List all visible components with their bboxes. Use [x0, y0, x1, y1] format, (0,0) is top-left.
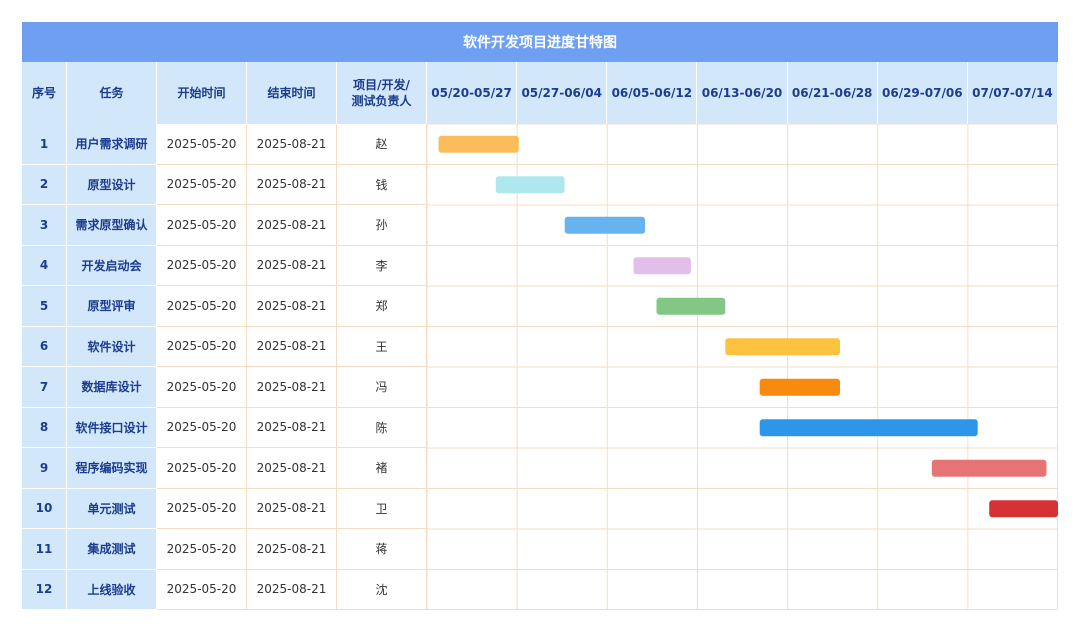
gantt-bar	[633, 257, 691, 275]
row-start-date: 2025-05-20	[157, 448, 247, 489]
row-start-date: 2025-05-20	[157, 245, 247, 286]
gantt-bar	[759, 419, 978, 437]
row-task-name: 需求原型确认	[67, 205, 157, 246]
row-index: 8	[22, 407, 67, 448]
row-end-date: 2025-08-21	[247, 326, 337, 367]
row-end-date: 2025-08-21	[247, 488, 337, 529]
row-task-name: 上线验收	[67, 569, 157, 610]
header-owner-line2: 测试负责人	[351, 94, 412, 108]
row-task-name: 软件设计	[67, 326, 157, 367]
header-owner: 项目/开发/ 测试负责人	[337, 62, 427, 124]
header-task: 任务	[67, 62, 157, 124]
header-period: 06/13-06/20	[697, 62, 788, 124]
gantt-bar	[989, 500, 1058, 518]
row-end-date: 2025-08-21	[247, 448, 337, 489]
row-index: 3	[22, 205, 67, 246]
header-period: 06/29-07/06	[877, 62, 968, 124]
header-index: 序号	[22, 62, 67, 124]
row-index: 12	[22, 569, 67, 610]
row-start-date: 2025-05-20	[157, 205, 247, 246]
row-end-date: 2025-08-21	[247, 205, 337, 246]
row-owner: 李	[337, 245, 427, 286]
row-owner: 蒋	[337, 529, 427, 570]
row-owner: 褚	[337, 448, 427, 489]
row-task-name: 单元测试	[67, 488, 157, 529]
row-task-name: 用户需求调研	[67, 124, 157, 165]
header-period: 05/20-05/27	[427, 62, 518, 124]
row-index: 11	[22, 529, 67, 570]
row-task-name: 原型评审	[67, 286, 157, 327]
header-period: 06/05-06/12	[607, 62, 698, 124]
row-owner: 赵	[337, 124, 427, 165]
row-index: 9	[22, 448, 67, 489]
row-end-date: 2025-08-21	[247, 245, 337, 286]
row-start-date: 2025-05-20	[157, 488, 247, 529]
row-task-name: 数据库设计	[67, 367, 157, 408]
gantt-bars-area	[427, 124, 1058, 610]
row-owner: 王	[337, 326, 427, 367]
gantt-bar	[438, 135, 519, 153]
row-start-date: 2025-05-20	[157, 326, 247, 367]
gantt-bar	[656, 297, 726, 315]
row-task-name: 程序编码实现	[67, 448, 157, 489]
row-index: 1	[22, 124, 67, 165]
row-owner: 沈	[337, 569, 427, 610]
row-owner: 冯	[337, 367, 427, 408]
row-owner: 孙	[337, 205, 427, 246]
row-end-date: 2025-08-21	[247, 124, 337, 165]
chart-title: 软件开发项目进度甘特图	[22, 22, 1058, 62]
row-index: 4	[22, 245, 67, 286]
gantt-bar	[759, 378, 840, 396]
header-end: 结束时间	[247, 62, 337, 124]
row-task-name: 软件接口设计	[67, 407, 157, 448]
row-task-name: 原型设计	[67, 164, 157, 205]
row-index: 2	[22, 164, 67, 205]
row-end-date: 2025-08-21	[247, 164, 337, 205]
row-end-date: 2025-08-21	[247, 407, 337, 448]
row-task-name: 开发启动会	[67, 245, 157, 286]
row-start-date: 2025-05-20	[157, 164, 247, 205]
row-index: 7	[22, 367, 67, 408]
gantt-bar	[564, 216, 645, 234]
row-start-date: 2025-05-20	[157, 529, 247, 570]
gantt-chart: 软件开发项目进度甘特图 序号 任务 开始时间 结束时间 项目/开发/ 测试负责人…	[22, 22, 1058, 610]
row-start-date: 2025-05-20	[157, 367, 247, 408]
header-period: 06/21-06/28	[787, 62, 878, 124]
header-period: 07/07-07/14	[967, 62, 1058, 124]
gantt-bar	[495, 176, 565, 194]
row-end-date: 2025-08-21	[247, 367, 337, 408]
header-period: 05/27-06/04	[517, 62, 608, 124]
gantt-bar	[931, 459, 1047, 477]
gantt-bar	[725, 338, 840, 356]
row-start-date: 2025-05-20	[157, 569, 247, 610]
row-task-name: 集成测试	[67, 529, 157, 570]
row-owner: 钱	[337, 164, 427, 205]
row-index: 6	[22, 326, 67, 367]
row-owner: 陈	[337, 407, 427, 448]
row-end-date: 2025-08-21	[247, 286, 337, 327]
row-start-date: 2025-05-20	[157, 124, 247, 165]
row-index: 10	[22, 488, 67, 529]
row-end-date: 2025-08-21	[247, 569, 337, 610]
row-owner: 卫	[337, 488, 427, 529]
header-start: 开始时间	[157, 62, 247, 124]
row-end-date: 2025-08-21	[247, 529, 337, 570]
header-owner-line1: 项目/开发/	[353, 78, 410, 92]
row-start-date: 2025-05-20	[157, 286, 247, 327]
row-start-date: 2025-05-20	[157, 407, 247, 448]
row-index: 5	[22, 286, 67, 327]
row-owner: 郑	[337, 286, 427, 327]
